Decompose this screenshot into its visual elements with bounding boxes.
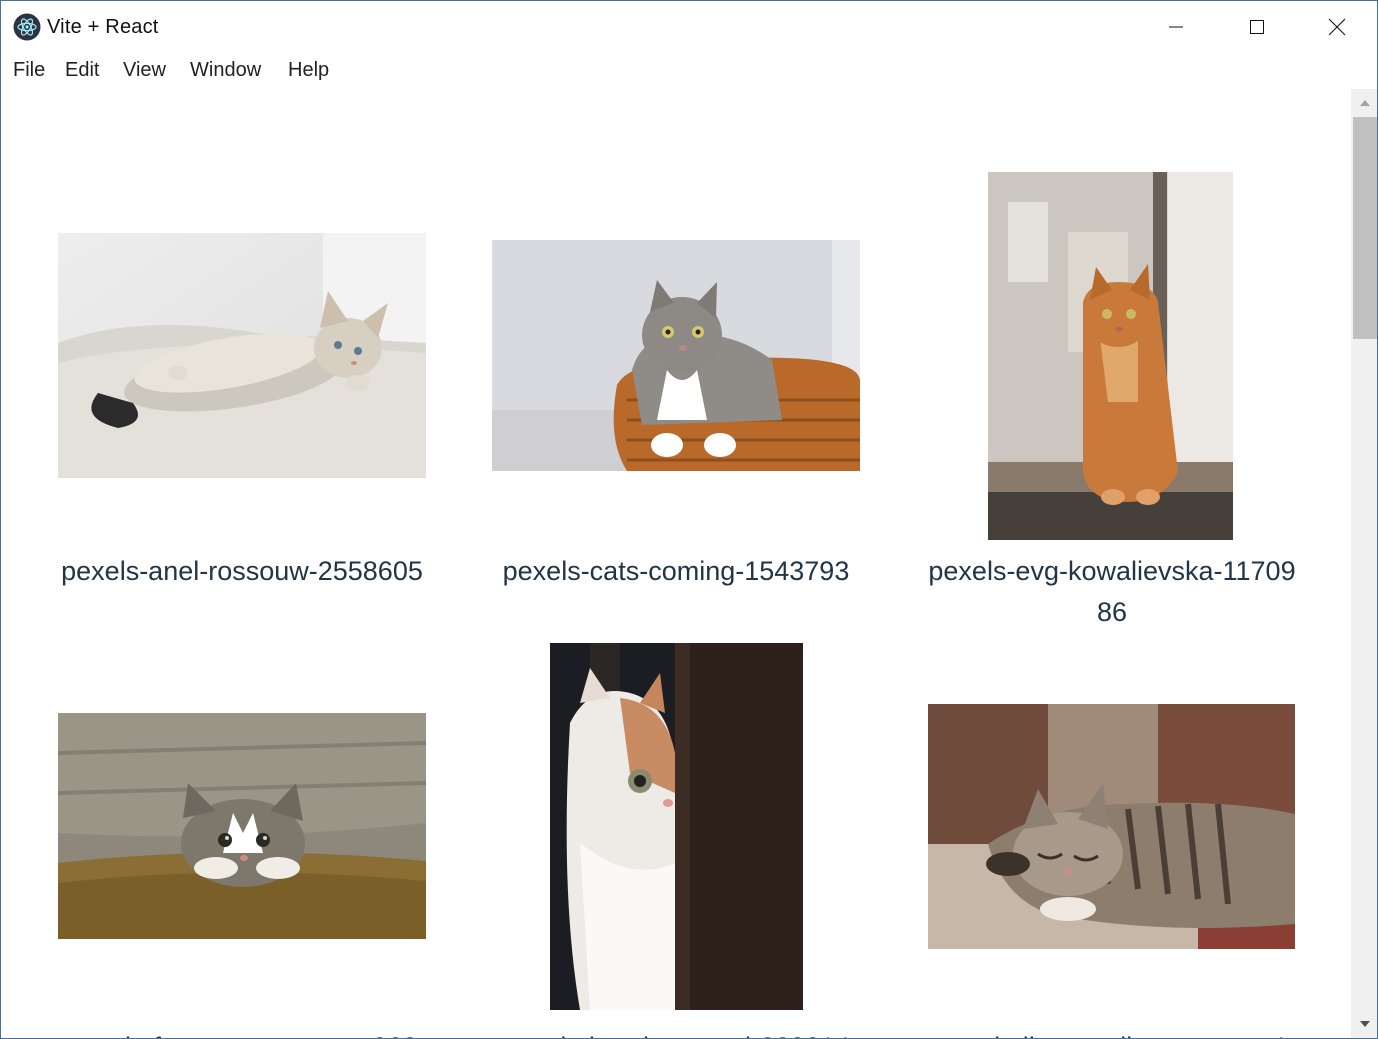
scroll-thumb[interactable] xyxy=(1353,117,1377,339)
menu-window[interactable]: Window xyxy=(188,59,263,82)
maximize-button[interactable] xyxy=(1217,1,1297,53)
window-title: Vite + React xyxy=(47,16,159,38)
gallery-caption: pexels-anel-rossouw-2558605 xyxy=(61,556,423,586)
minimize-icon xyxy=(1169,26,1183,28)
gallery-caption: pexels-cats-coming-1543793 xyxy=(502,556,850,586)
maximize-icon xyxy=(1250,20,1264,34)
title-bar[interactable]: Vite + React xyxy=(1,1,1377,53)
menu-file[interactable]: File xyxy=(11,59,47,82)
scroll-down-arrow-icon xyxy=(1359,1021,1370,1027)
cat-photo[interactable] xyxy=(988,172,1233,540)
vertical-scrollbar[interactable] xyxy=(1351,89,1377,1038)
cat-photo[interactable] xyxy=(58,713,426,939)
close-button[interactable] xyxy=(1297,1,1377,53)
app-window: Vite + React File Edit View Window Help xyxy=(0,0,1378,1039)
gallery-caption: pexels-francesco-ungaro-969 xyxy=(57,1027,427,1038)
close-icon xyxy=(1328,18,1346,36)
gallery-caption: pexels-henda-watani-320014 xyxy=(491,1027,861,1038)
gallery-caption: pexels-evg-kowalievska-1170986 xyxy=(928,556,1296,627)
gallery-caption: pexels-ihsan-adityawarman-1 xyxy=(927,1027,1297,1038)
menu-help[interactable]: Help xyxy=(286,59,331,82)
menu-bar: File Edit View Window Help xyxy=(1,53,1377,89)
cat-photo[interactable] xyxy=(550,643,803,1010)
gallery: pexels-anel-rossouw-2558605 pexels-cats-… xyxy=(1,89,1351,1038)
scroll-down-button[interactable] xyxy=(1351,1010,1377,1038)
scroll-up-arrow-icon xyxy=(1359,100,1370,106)
cat-photo[interactable] xyxy=(492,240,860,471)
cat-photo[interactable] xyxy=(58,233,426,478)
minimize-button[interactable] xyxy=(1136,1,1216,53)
scroll-up-button[interactable] xyxy=(1351,89,1377,117)
cat-photo[interactable] xyxy=(928,704,1295,949)
menu-edit[interactable]: Edit xyxy=(63,59,101,82)
electron-icon xyxy=(13,13,41,41)
menu-view[interactable]: View xyxy=(121,59,168,82)
